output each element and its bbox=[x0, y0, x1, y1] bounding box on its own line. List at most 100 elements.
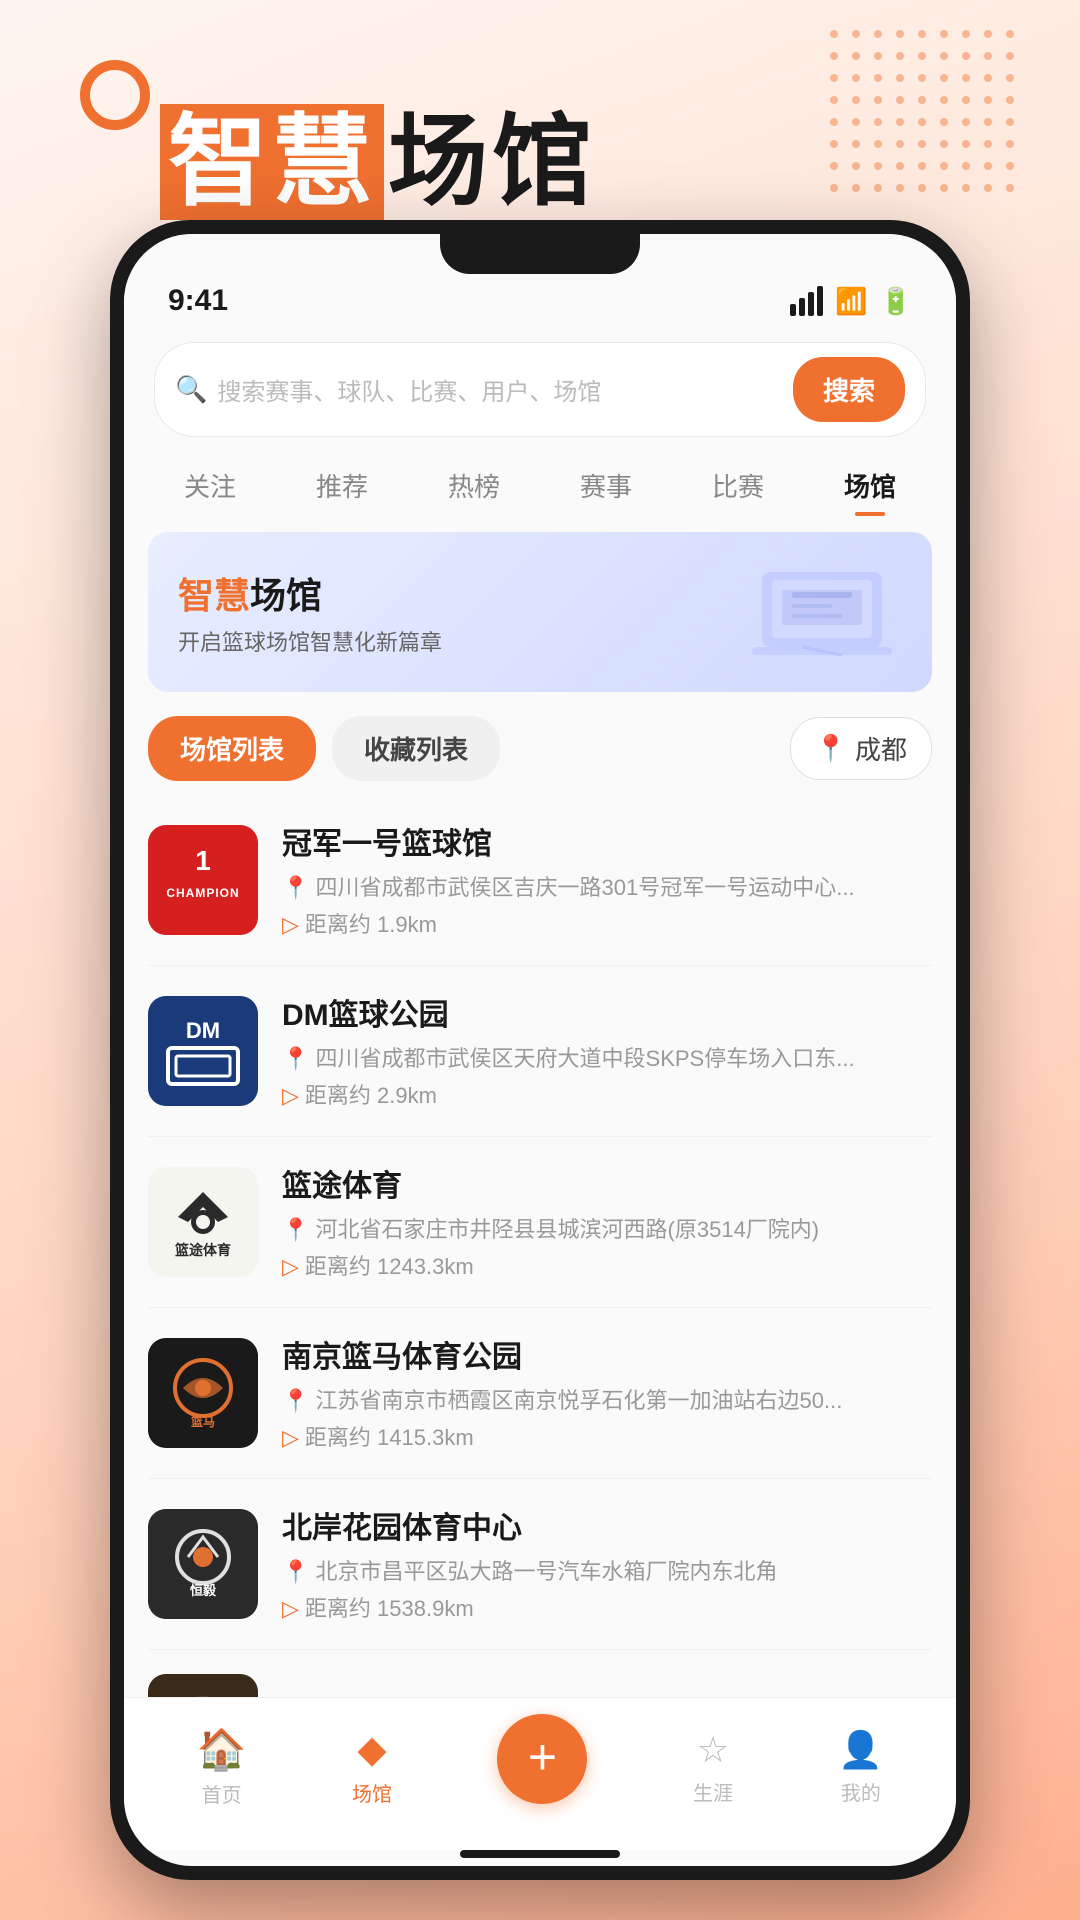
location-icon: 📍 bbox=[815, 733, 847, 764]
bottom-tab-plus[interactable]: + bbox=[497, 1714, 587, 1820]
mine-label: 我的 bbox=[841, 1777, 881, 1806]
tab-hot[interactable]: 热榜 bbox=[448, 459, 500, 512]
career-icon: ☆ bbox=[697, 1729, 729, 1771]
venue-name: 冠军一号篮球馆 bbox=[282, 819, 932, 863]
venue-list-filter[interactable]: 场馆列表 bbox=[148, 716, 316, 781]
location-label: 成都 bbox=[855, 730, 907, 767]
venue-info: 北岸花园体育中心 📍 北京市昌平区弘大路一号汽车水箱厂院内东北角 ▷ 距离约 1… bbox=[282, 1503, 932, 1625]
search-bar[interactable]: 🔍 搜索赛事、球队、比赛、用户、场馆 搜索 bbox=[124, 328, 956, 447]
venue-item[interactable]: 恒毅 北岸花园体育中心 📍 北京市昌平区弘大路一号汽车水箱厂院内东北角 ▷ 距离… bbox=[148, 1479, 932, 1650]
venue-distance: ▷ 距离约 1538.9km bbox=[282, 1592, 932, 1625]
phone-screen: 9:41 📶 🔋 🔍 搜索赛事、球队、比赛、用户、场馆 搜索 bbox=[124, 234, 956, 1866]
tab-matches[interactable]: 比赛 bbox=[712, 459, 764, 512]
bottom-tab-career[interactable]: ☆ 生涯 bbox=[693, 1729, 733, 1806]
page-title-orange: 智慧 bbox=[160, 104, 384, 220]
venue-distance: ▷ 距离约 1415.3km bbox=[282, 1421, 932, 1454]
venue-info: 篮途体育 📍 河北省石家庄市井陉县县城滨河西路(原3514厂院内) ▷ 距离约 … bbox=[282, 1161, 932, 1283]
venue-list: 1 CHAMPION 冠军一号篮球馆 📍 四川省成都市武侯区吉庆一路301号冠军… bbox=[124, 795, 956, 1697]
venue-distance: ▷ 距离约 2.9km bbox=[282, 1079, 932, 1112]
venue-info: 南京篮马体育公园 📍 江苏省南京市栖霞区南京悦孚石化第一加油站右边50... ▷… bbox=[282, 1332, 932, 1454]
signal-icon bbox=[790, 286, 823, 316]
venue-distance: ▷ 距离约 1243.3km bbox=[282, 1250, 932, 1283]
favorites-filter[interactable]: 收藏列表 bbox=[332, 716, 500, 781]
status-time: 9:41 bbox=[168, 284, 228, 318]
bottom-tab-home[interactable]: 🏠 首页 bbox=[197, 1726, 247, 1808]
svg-text:恒毅: 恒毅 bbox=[190, 1583, 217, 1598]
status-icons: 📶 🔋 bbox=[790, 286, 912, 317]
venues-label: 场馆 bbox=[352, 1778, 392, 1807]
distance-icon: ▷ bbox=[282, 908, 299, 941]
tab-events[interactable]: 赛事 bbox=[580, 459, 632, 512]
venue-logo-champion: 1 CHAMPION bbox=[148, 825, 258, 935]
distance-icon: ▷ bbox=[282, 1079, 299, 1112]
address-icon: 📍 bbox=[282, 1388, 309, 1413]
venue-distance: ▷ 距离约 1.9km bbox=[282, 908, 932, 941]
venue-info: 冠军一号篮球馆 📍 四川省成都市武侯区吉庆一路301号冠军一号运动中心... ▷… bbox=[282, 819, 932, 941]
venue-item[interactable]: DM DM篮球公园 📍 四川省成都市武侯区天府大道中段SKPS停车场入口东...… bbox=[148, 966, 932, 1137]
plus-button[interactable]: + bbox=[497, 1714, 587, 1804]
battery-icon: 🔋 bbox=[880, 286, 912, 317]
bg-circle-decoration bbox=[80, 60, 150, 130]
banner-title-orange: 智慧 bbox=[178, 575, 250, 616]
address-icon: 📍 bbox=[282, 1217, 309, 1242]
venue-name: 篮途体育 bbox=[282, 1161, 932, 1205]
venue-item[interactable]: 篮途体育 篮途体育 📍 河北省石家庄市井陉县县城滨河西路(原3514厂院内) ▷… bbox=[148, 1137, 932, 1308]
address-icon: 📍 bbox=[282, 875, 309, 900]
venue-address: 📍 江苏省南京市栖霞区南京悦孚石化第一加油站右边50... bbox=[282, 1384, 932, 1417]
venue-name: 北岸花园体育中心 bbox=[282, 1503, 932, 1547]
svg-text:DM: DM bbox=[186, 1018, 220, 1043]
banner-illustration bbox=[742, 562, 902, 662]
plus-icon: + bbox=[528, 1732, 557, 1782]
venue-item[interactable]: 篮马 南京篮马体育公园 📍 江苏省南京市栖霞区南京悦孚石化第一加油站右边50..… bbox=[148, 1308, 932, 1479]
bg-dots-decoration bbox=[830, 30, 1020, 198]
svg-text:篮马: 篮马 bbox=[190, 1414, 215, 1429]
distance-icon: ▷ bbox=[282, 1592, 299, 1625]
banner-text: 智慧场馆 开启篮球场馆智慧化新篇章 bbox=[178, 567, 442, 657]
bottom-tab-mine[interactable]: 👤 我的 bbox=[838, 1729, 883, 1806]
venues-icon: ◆ bbox=[357, 1727, 386, 1772]
search-icon: 🔍 bbox=[175, 374, 207, 405]
nav-tabs: 关注 推荐 热榜 赛事 比赛 场馆 bbox=[124, 447, 956, 512]
venue-info: DM篮球公园 📍 四川省成都市武侯区天府大道中段SKPS停车场入口东... ▷ … bbox=[282, 990, 932, 1112]
wifi-icon: 📶 bbox=[835, 286, 867, 317]
tab-follow[interactable]: 关注 bbox=[184, 459, 236, 512]
banner-subtitle: 开启篮球场馆智慧化新篇章 bbox=[178, 625, 442, 657]
profile-icon: 👤 bbox=[838, 1729, 883, 1771]
venue-logo-lantu: 篮途体育 bbox=[148, 1167, 258, 1277]
bottom-tab-bar: 🏠 首页 ◆ 场馆 + ☆ 生涯 👤 我的 bbox=[124, 1697, 956, 1850]
home-indicator bbox=[460, 1850, 620, 1858]
banner-title-dark: 场馆 bbox=[250, 575, 322, 616]
banner-title: 智慧场馆 bbox=[178, 567, 442, 619]
venue-name: DM篮球公园 bbox=[282, 990, 932, 1034]
phone-frame: 9:41 📶 🔋 🔍 搜索赛事、球队、比赛、用户、场馆 搜索 bbox=[110, 220, 970, 1880]
venue-item[interactable]: 1 CHAMPION 冠军一号篮球馆 📍 四川省成都市武侯区吉庆一路301号冠军… bbox=[148, 795, 932, 966]
venue-logo-dm: DM bbox=[148, 996, 258, 1106]
tab-recommend[interactable]: 推荐 bbox=[316, 459, 368, 512]
search-button[interactable]: 搜索 bbox=[793, 357, 905, 422]
page-title: 智慧场馆 bbox=[160, 80, 596, 225]
venue-logo-yongle bbox=[148, 1674, 258, 1697]
venue-name: 南京篮马体育公园 bbox=[282, 1332, 932, 1376]
venue-address: 📍 四川省成都市武侯区天府大道中段SKPS停车场入口东... bbox=[282, 1042, 932, 1075]
distance-icon: ▷ bbox=[282, 1421, 299, 1454]
venue-address: 📍 河北省石家庄市井陉县县城滨河西路(原3514厂院内) bbox=[282, 1213, 932, 1246]
address-icon: 📍 bbox=[282, 1559, 309, 1584]
career-label: 生涯 bbox=[693, 1777, 733, 1806]
smart-venue-banner[interactable]: 智慧场馆 开启篮球场馆智慧化新篇章 bbox=[148, 532, 932, 692]
address-icon: 📍 bbox=[282, 1046, 309, 1071]
venue-address: 📍 四川省成都市武侯区吉庆一路301号冠军一号运动中心... bbox=[282, 871, 932, 904]
location-filter[interactable]: 📍 成都 bbox=[790, 717, 932, 780]
bottom-tab-venues[interactable]: ◆ 场馆 bbox=[352, 1727, 392, 1807]
venue-logo-beiyu: 恒毅 bbox=[148, 1509, 258, 1619]
svg-text:CHAMPION: CHAMPION bbox=[166, 886, 239, 900]
venue-address: 📍 北京市昌平区弘大路一号汽车水箱厂院内东北角 bbox=[282, 1555, 932, 1588]
home-label: 首页 bbox=[202, 1779, 242, 1808]
filter-row: 场馆列表 收藏列表 📍 成都 bbox=[124, 706, 956, 795]
venue-logo-nanjing: 篮马 bbox=[148, 1338, 258, 1448]
home-icon: 🏠 bbox=[197, 1726, 247, 1773]
svg-text:篮途体育: 篮途体育 bbox=[174, 1242, 231, 1258]
tab-venues[interactable]: 场馆 bbox=[844, 459, 896, 512]
search-input[interactable]: 搜索赛事、球队、比赛、用户、场馆 bbox=[217, 372, 783, 407]
venue-item[interactable]: 永乐汇数字空间 bbox=[148, 1650, 932, 1697]
distance-icon: ▷ bbox=[282, 1250, 299, 1283]
